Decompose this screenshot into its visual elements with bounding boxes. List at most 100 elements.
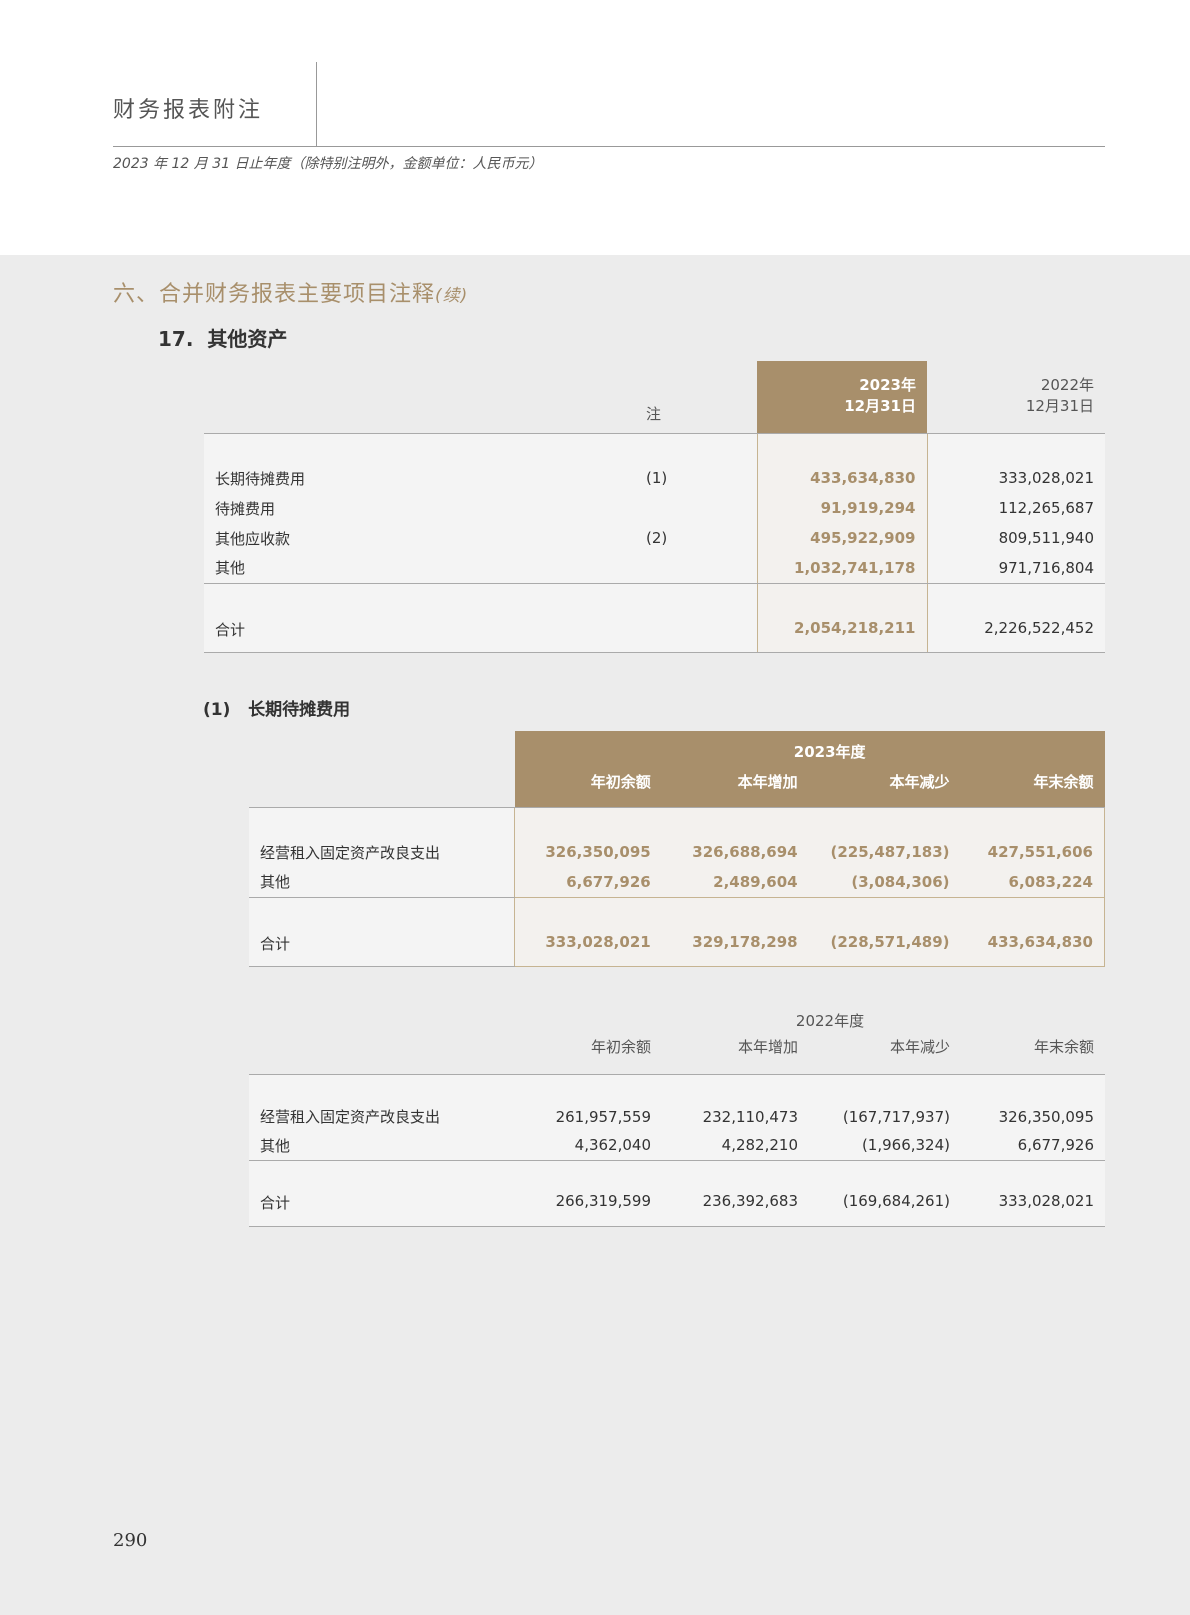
column-header: 年末余额 [961, 1036, 1105, 1075]
row-cur-value: 433,634,830 [756, 463, 928, 493]
total-row: 合计 333,028,021 329,178,298 (228,571,489)… [249, 933, 1105, 967]
row-label: 其他 [249, 867, 515, 898]
other-assets-table: 2023年 2022年 注 12月31日 12月31日 长期待摊费用 (1) 4… [204, 361, 1105, 653]
total-cur-value: 2,054,218,211 [756, 619, 928, 653]
row-value: 326,350,095 [961, 1102, 1105, 1131]
total-value: 333,028,021 [514, 933, 662, 967]
spacer [514, 897, 662, 933]
total-row: 合计 2,054,218,211 2,226,522,452 [204, 619, 1105, 653]
header-blank [204, 361, 646, 395]
header-blank [249, 731, 515, 771]
spacer [249, 1074, 1105, 1102]
total-value: 433,634,830 [960, 933, 1105, 967]
row-value: 427,551,606 [960, 837, 1105, 867]
total-value: (228,571,489) [808, 933, 961, 967]
header-blank [249, 1036, 515, 1075]
header-blank [249, 1004, 515, 1036]
ltpe-2022-table: 2022年度 年初余额 本年增加 本年减少 年末余额 经营租入固定资产改良支出 … [249, 1004, 1105, 1227]
header-note: 注 [646, 395, 757, 434]
row-value: 6,677,926 [961, 1131, 1105, 1161]
row-value: (225,487,183) [808, 837, 961, 867]
row-value: 261,957,559 [515, 1102, 662, 1131]
total-value: 329,178,298 [661, 933, 809, 967]
column-header: 年初余额 [515, 1036, 662, 1075]
row-prev-value: 971,716,804 [927, 553, 1105, 584]
subsection-number: (1) [203, 700, 231, 720]
row-value: 232,110,473 [662, 1102, 809, 1131]
table-row: 待摊费用 91,919,294 112,265,687 [204, 493, 1105, 523]
header-prev-date: 12月31日 [927, 395, 1105, 434]
item-title-text: 其他资产 [207, 327, 288, 351]
column-header: 本年减少 [808, 771, 961, 808]
report-page: 财务报表附注 2023 年 12 月 31 日止年度（除特别注明外，金额单位：人… [0, 0, 1190, 1615]
row-label: 待摊费用 [204, 493, 646, 523]
total-label: 合计 [204, 619, 646, 653]
total-note [646, 619, 757, 653]
page-number: 290 [113, 1530, 148, 1551]
spacer [960, 807, 1105, 837]
row-note [646, 553, 757, 584]
total-value: (169,684,261) [809, 1192, 961, 1227]
header-blank [249, 771, 515, 808]
table-row: 经营租入固定资产改良支出 261,957,559 232,110,473 (16… [249, 1102, 1105, 1131]
header-horizontal-rule [113, 146, 1105, 147]
row-note: (1) [646, 463, 757, 493]
header-cur-date: 12月31日 [757, 395, 927, 434]
section-title-text: 六、合并财务报表主要项目注释 [113, 282, 436, 307]
spacer [646, 433, 757, 463]
spacer [514, 807, 662, 837]
row-prev-value: 112,265,687 [927, 493, 1105, 523]
total-value: 236,392,683 [662, 1192, 809, 1227]
spacer [249, 807, 515, 837]
row-label: 其他 [204, 553, 646, 584]
table-row: 其他 1,032,741,178 971,716,804 [204, 553, 1105, 584]
table-row: 经营租入固定资产改良支出 326,350,095 326,688,694 (22… [249, 837, 1105, 867]
row-value: 4,282,210 [662, 1131, 809, 1161]
spacer [204, 583, 646, 619]
subsection-title: (1) 长期待摊费用 [203, 695, 350, 720]
row-label: 其他应收款 [204, 523, 646, 553]
spacer [646, 583, 757, 619]
table-row: 其他应收款 (2) 495,922,909 809,511,940 [204, 523, 1105, 553]
header-vertical-rule [316, 62, 317, 146]
document-title: 财务报表附注 [113, 98, 264, 123]
row-value: (167,717,937) [809, 1102, 961, 1131]
row-value: 4,362,040 [515, 1131, 662, 1161]
document-subtitle: 2023 年 12 月 31 日止年度（除特别注明外，金额单位：人民币元） [113, 156, 543, 172]
spacer [661, 807, 809, 837]
spacer [927, 433, 1105, 463]
spacer [661, 897, 809, 933]
ltpe-2023-table: 2023年度 年初余额 本年增加 本年减少 年末余额 经营租入固定资产改良支出 … [249, 731, 1105, 967]
row-value: 6,083,224 [960, 867, 1105, 898]
period-header: 2023年度 [514, 731, 1105, 771]
row-value: 6,677,926 [514, 867, 662, 898]
column-header: 年末余额 [960, 771, 1105, 808]
column-header: 本年增加 [661, 771, 809, 808]
total-value: 333,028,021 [961, 1192, 1105, 1227]
row-note [646, 493, 757, 523]
row-cur-value: 495,922,909 [756, 523, 928, 553]
row-value: 326,688,694 [661, 837, 809, 867]
total-label: 合计 [249, 1192, 515, 1227]
total-row: 合计 266,319,599 236,392,683 (169,684,261)… [249, 1192, 1105, 1227]
section-title: 六、合并财务报表主要项目注释(续) [113, 276, 468, 308]
spacer [960, 897, 1105, 933]
subsection-title-text: 长期待摊费用 [248, 700, 351, 720]
period-header: 2022年度 [795, 1011, 865, 1030]
column-header: 年初余额 [514, 771, 662, 808]
row-label: 其他 [249, 1131, 515, 1161]
table-row: 其他 6,677,926 2,489,604 (3,084,306) 6,083… [249, 867, 1105, 898]
spacer [756, 433, 928, 463]
spacer [249, 1160, 1105, 1192]
item-number: 17. [158, 327, 194, 351]
spacer [204, 433, 646, 463]
spacer [927, 583, 1105, 619]
section-continued: (续) [435, 286, 469, 306]
header-blank [204, 395, 646, 434]
row-label: 长期待摊费用 [204, 463, 646, 493]
total-label: 合计 [249, 933, 515, 967]
total-value: 266,319,599 [515, 1192, 662, 1227]
header-prev-year: 2022年 [1040, 376, 1094, 394]
row-prev-value: 333,028,021 [927, 463, 1105, 493]
row-cur-value: 91,919,294 [756, 493, 928, 523]
